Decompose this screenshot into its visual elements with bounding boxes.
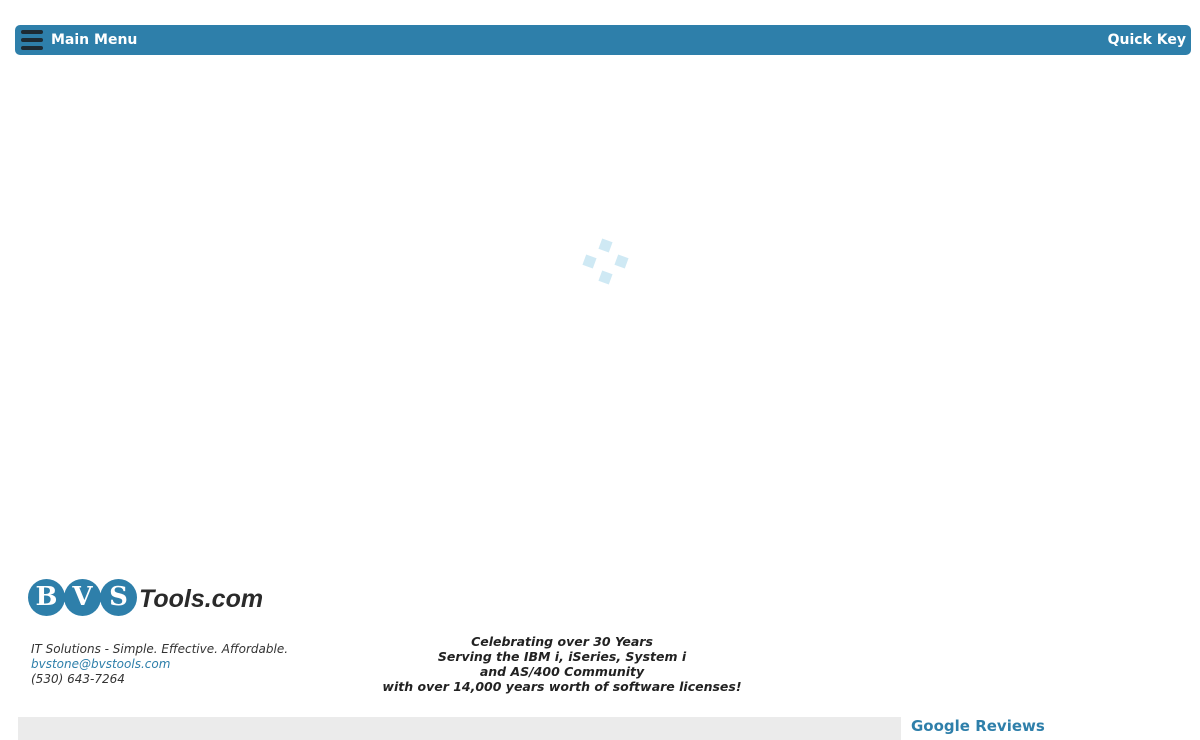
footer-gray-panel [18, 717, 901, 740]
loading-spinner-icon [580, 238, 630, 288]
quick-key-link[interactable]: Quick Key [1108, 32, 1186, 48]
logo-letter-b: B [28, 578, 65, 616]
google-reviews-link[interactable]: Google Reviews [911, 717, 1045, 735]
main-menu-label: Main Menu [51, 32, 138, 48]
hamburger-icon [21, 30, 43, 50]
company-tagline: IT Solutions - Simple. Effective. Afford… [31, 642, 289, 656]
top-nav-bar: Main Menu Quick Key [15, 25, 1191, 55]
celebrate-line: Serving the IBM i, iSeries, System i [437, 649, 687, 664]
logo-letter-v: V [64, 578, 101, 616]
email-link[interactable]: bvstone@bvstools.com [31, 657, 170, 671]
phone-number: (530) 643-7264 [31, 672, 125, 686]
logo-letter-s: S [100, 578, 137, 616]
celebrate-line: with over 14,000 years worth of software… [382, 679, 742, 694]
bvstools-logo[interactable]: B V S Tools.com [28, 578, 263, 616]
main-menu-button[interactable]: Main Menu [20, 30, 137, 50]
celebrate-line: Celebrating over 30 Years [471, 634, 653, 649]
celebrate-line: and AS/400 Community [479, 664, 645, 679]
contact-info: IT Solutions - Simple. Effective. Afford… [31, 642, 288, 687]
celebration-text: Celebrating over 30 Years Serving the IB… [362, 634, 762, 694]
logo-suffix: Tools.com [139, 584, 264, 613]
